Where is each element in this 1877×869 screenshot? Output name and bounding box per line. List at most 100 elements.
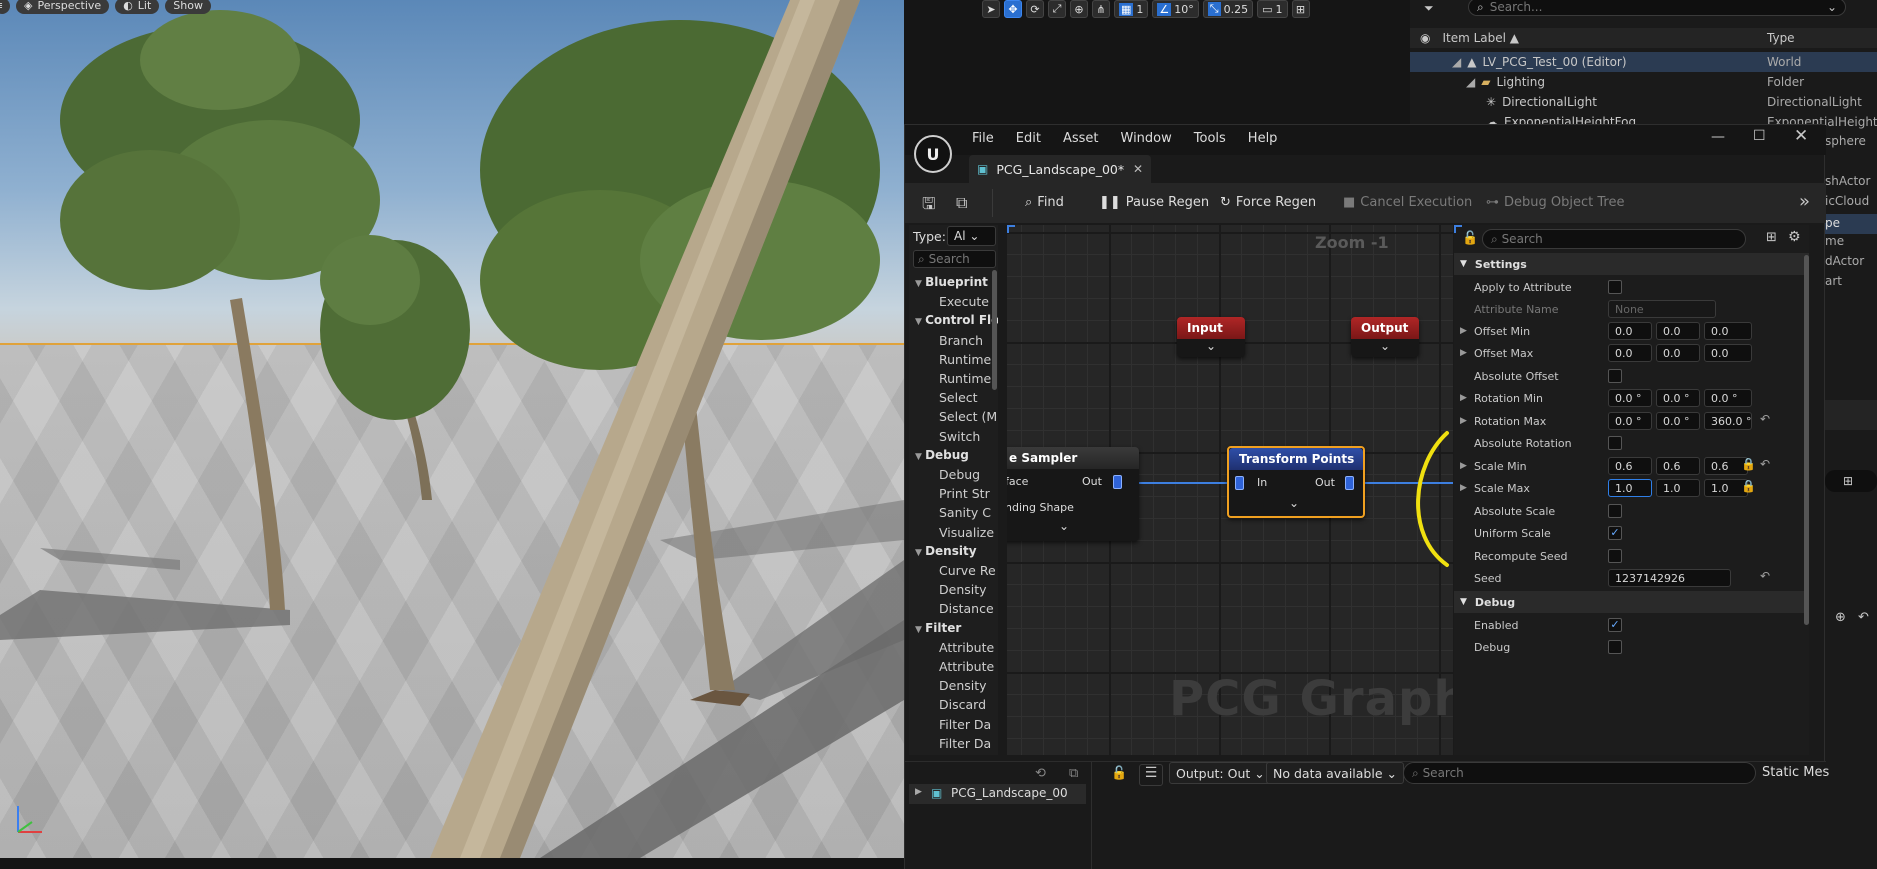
menu-file[interactable]: File [972,131,994,146]
angle-snap-control[interactable]: ∠ 10° [1152,0,1199,18]
palette-item[interactable]: Visualize [939,525,994,540]
absolute-scale-checkbox[interactable] [1608,504,1622,518]
out-pin-icon[interactable] [1113,475,1122,489]
absolute-rotation-checkbox[interactable] [1608,436,1622,450]
browse-folder-icon[interactable]: ⧉ [1069,766,1078,781]
rotation-min-x[interactable]: 0.0 ° [1608,389,1652,407]
palette-item[interactable]: Branch [939,333,983,348]
enabled-checkbox[interactable]: ✓ [1608,618,1622,632]
rotation-max-x[interactable]: 0.0 ° [1608,412,1652,430]
close-icon[interactable]: ✕ [1794,126,1808,146]
absolute-offset-checkbox[interactable] [1608,369,1622,383]
viewport-menu-button[interactable]: ≡ [0,0,10,14]
seed-field[interactable]: 1237142926 [1608,569,1731,587]
lock-icon[interactable]: 🔓 [1111,766,1127,781]
apply-to-attribute-checkbox[interactable] [1608,280,1622,294]
pause-regen-button[interactable]: ❚❚ Pause Regen [1099,195,1209,210]
palette-item[interactable]: Attribute [939,659,994,674]
offset-min-x[interactable]: 0.0 [1608,322,1652,340]
eye-icon[interactable]: ◉ [1420,31,1430,45]
save-icon[interactable]: 🖫 [922,193,936,220]
expand-arrow-icon[interactable]: ▶ [1460,483,1467,493]
debug-checkbox[interactable] [1608,640,1622,654]
expand-arrow-icon[interactable]: ▶ [1460,348,1467,358]
outliner-row[interactable]: ◢ ▲ LV_PCG_Test_00 (Editor) World [1410,52,1877,72]
palette-item[interactable]: Execute [939,294,989,309]
palette-item[interactable]: Density [939,678,987,693]
palette-item[interactable]: Debug [939,467,980,482]
palette-item[interactable]: Switch [939,429,980,444]
item-label-column[interactable]: Item Label ▲ [1442,31,1519,45]
close-tab-icon[interactable]: ✕ [1133,162,1143,176]
find-button[interactable]: ⌕ Find [1025,195,1064,210]
out-pin-icon[interactable] [1345,476,1354,490]
viewport-layout-button[interactable]: ⊞ [1291,0,1310,18]
grid-snap-control[interactable]: ▦ 1 [1114,0,1149,18]
palette-item[interactable]: Select (M [939,409,997,424]
debug-section-header[interactable]: ▼ Debug [1454,591,1809,613]
palette-item[interactable]: Density [939,582,987,597]
palette-item[interactable]: Discard [939,697,986,712]
expand-arrow-icon[interactable]: ▶ [1460,326,1467,336]
palette-category[interactable]: ▼ Control Flo [915,313,998,327]
rotation-min-y[interactable]: 0.0 ° [1656,389,1700,407]
maximize-icon[interactable]: ☐ [1753,128,1766,144]
reset-to-default-icon[interactable]: ↶ [1760,412,1770,426]
palette-item[interactable]: Attribute [939,640,994,655]
scale-max-y[interactable]: 1.0 [1656,479,1700,497]
scale-min-x[interactable]: 0.6 [1608,457,1652,475]
outliner-search[interactable]: ⌕ Search... ⌄ [1468,0,1846,16]
browse-icon[interactable]: ⧉ [956,193,967,213]
offset-min-y[interactable]: 0.0 [1656,322,1700,340]
table-icon[interactable]: ⊞ [1843,474,1853,488]
show-button[interactable]: Show [165,0,211,14]
rotation-max-z[interactable]: 360.0 ° [1704,412,1752,430]
expand-arrow-icon[interactable]: ▶ [1460,416,1467,426]
palette-search[interactable]: ⌕ Search [913,250,996,268]
chevron-down-icon[interactable]: ⌄ [1289,496,1299,510]
add-icon[interactable]: ⊕ [1835,610,1846,625]
menu-edit[interactable]: Edit [1016,131,1041,146]
surface-snap-button[interactable]: ⋔ [1092,0,1110,18]
rotate-tool-button[interactable]: ⟳ [1026,0,1044,18]
lock-icon[interactable]: 🔓 [1462,231,1478,246]
level-viewport[interactable]: ≡ ◈Perspective ◐Lit Show [0,0,904,858]
transform-points-node[interactable]: Transform Points In Out ⌄ [1227,446,1365,518]
chevron-down-icon[interactable]: ⌄ [1059,519,1069,533]
translate-tool-button[interactable]: ✥ [1004,0,1022,18]
menu-tools[interactable]: Tools [1194,131,1226,146]
palette-scrollbar[interactable] [992,270,997,390]
palette-item[interactable]: Distance [939,601,994,616]
cancel-execution-button[interactable]: ■ Cancel Execution [1343,195,1472,210]
palette-item[interactable]: Runtime [939,352,991,367]
select-tool-button[interactable]: ➤ [982,0,1000,18]
data-dropdown[interactable]: No data available ⌄ [1266,762,1404,784]
offset-min-z[interactable]: 0.0 [1704,322,1752,340]
toolbar-overflow-icon[interactable]: » [1799,191,1810,212]
menu-asset[interactable]: Asset [1063,131,1099,146]
gear-icon[interactable]: ⚙ [1788,229,1801,245]
palette-category[interactable]: ▼ Debug [915,448,969,462]
debug-tree-item[interactable]: ▶ ▣ PCG_Landscape_00 [909,784,1086,804]
type-column[interactable]: Type [1767,31,1795,45]
outliner-filter[interactable]: ⏷ [1424,0,1434,16]
type-dropdown[interactable]: Al ⌄ [947,226,996,246]
outliner-row[interactable]: ✳ DirectionalLight DirectionalLight [1410,92,1877,112]
palette-category[interactable]: ▼ Filter [915,621,961,635]
rotation-max-y[interactable]: 0.0 ° [1656,412,1700,430]
recompute-seed-checkbox[interactable] [1608,549,1622,563]
palette-item[interactable]: Filter Da [939,717,991,732]
offset-max-z[interactable]: 0.0 [1704,344,1752,362]
scale-max-x[interactable]: 1.0 [1608,479,1652,497]
uniform-scale-checkbox[interactable]: ✓ [1608,526,1622,540]
details-scrollbar[interactable] [1804,255,1809,625]
in-pin-icon[interactable] [1235,476,1244,490]
details-search[interactable]: ⌕ Search [1482,229,1746,249]
menu-window[interactable]: Window [1121,131,1172,146]
filter-icon[interactable]: ☰ [1139,764,1163,786]
minimize-icon[interactable]: — [1711,129,1725,145]
offset-max-y[interactable]: 0.0 [1656,344,1700,362]
unreal-logo-icon[interactable]: U [914,135,952,173]
expand-arrow-icon[interactable]: ▶ [1460,393,1467,403]
attribute-name-field[interactable]: None [1608,300,1716,318]
